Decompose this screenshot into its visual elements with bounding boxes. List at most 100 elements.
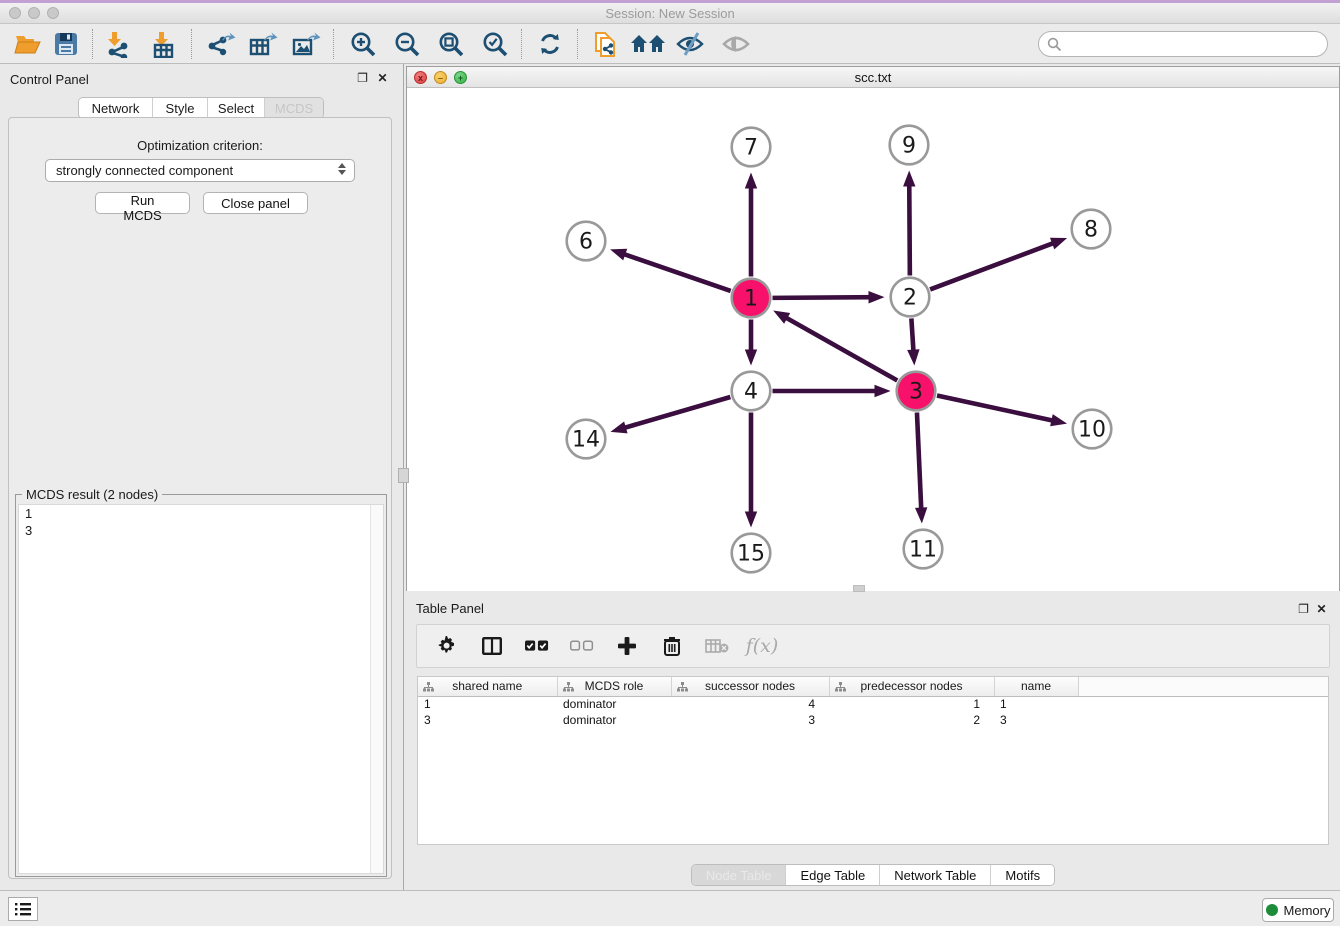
criterion-value: strongly connected component <box>56 163 233 178</box>
graph-edge[interactable] <box>930 242 1056 289</box>
column-header-shared-name[interactable]: shared name <box>418 677 557 696</box>
graph-node-label: 7 <box>744 136 758 161</box>
tab-mcds[interactable]: MCDS <box>265 98 323 118</box>
close-panel-button[interactable]: Close panel <box>203 192 308 214</box>
zoom-out-icon[interactable] <box>389 27 425 61</box>
memory-button[interactable]: Memory <box>1262 898 1334 922</box>
save-icon[interactable] <box>48 27 84 61</box>
mcds-result-title: MCDS result (2 nodes) <box>22 487 162 502</box>
graph-edge-arrowhead <box>1050 414 1067 426</box>
tab-network-table[interactable]: Network Table <box>880 865 991 885</box>
mcds-result-item[interactable]: 3 <box>19 522 383 539</box>
column-header-successor-nodes[interactable]: successor nodes <box>671 677 829 696</box>
graph-edge-arrowhead <box>745 512 757 528</box>
run-mcds-button[interactable]: Run MCDS <box>95 192 190 214</box>
function-builder-icon: f(x) <box>750 634 774 658</box>
graph-node-label: 11 <box>909 538 937 563</box>
graph-node-label: 1 <box>744 287 758 312</box>
close-panel-icon[interactable]: ✕ <box>376 72 389 85</box>
graph-node-label: 3 <box>909 380 923 405</box>
graph-edge[interactable] <box>937 396 1055 422</box>
search-input[interactable] <box>1062 34 1327 54</box>
graph-edge[interactable] <box>909 182 910 275</box>
trash-icon[interactable] <box>660 634 684 658</box>
zoom-selected-icon[interactable] <box>477 27 513 61</box>
refresh-icon[interactable] <box>532 27 568 61</box>
tab-node-table[interactable]: Node Table <box>692 865 787 885</box>
table-cell <box>1078 696 1328 712</box>
toolbar-separator <box>521 29 522 59</box>
control-panel-tabs: Network Style Select MCDS <box>78 97 324 119</box>
graph-edge[interactable] <box>911 318 913 353</box>
task-history-button[interactable] <box>8 897 38 921</box>
network-view-window: x – + scc.txt 7968124314101511 <box>406 66 1340 591</box>
tab-motifs[interactable]: Motifs <box>991 865 1054 885</box>
search-icon <box>1047 37 1062 52</box>
tab-style[interactable]: Style <box>153 98 208 118</box>
split-pane-icon[interactable] <box>480 634 504 658</box>
canvas-splitter-handle[interactable] <box>853 585 865 592</box>
tab-edge-table[interactable]: Edge Table <box>786 865 880 885</box>
graph-edge-arrowhead <box>868 291 884 303</box>
export-image-icon[interactable] <box>288 27 324 61</box>
table-row[interactable]: 3dominator323 <box>418 712 1328 728</box>
open-folder-icon[interactable] <box>10 27 46 61</box>
tab-network[interactable]: Network <box>79 98 153 118</box>
graph-edge-arrowhead <box>903 170 915 186</box>
home-networks-icon[interactable] <box>630 27 666 61</box>
graph-edge[interactable] <box>772 297 872 298</box>
search-field[interactable] <box>1038 31 1328 57</box>
memory-label: Memory <box>1284 903 1331 918</box>
graph-node-label: 9 <box>902 134 916 159</box>
tab-select[interactable]: Select <box>208 98 265 118</box>
graph-node-label: 2 <box>903 286 917 311</box>
graph-edge[interactable] <box>621 253 730 291</box>
main-toolbar <box>0 24 1340 64</box>
graph-edge[interactable] <box>622 397 730 429</box>
export-table-icon[interactable] <box>245 27 281 61</box>
column-header-mcds-role[interactable]: MCDS role <box>557 677 671 696</box>
column-type-icon <box>423 682 434 692</box>
network-canvas[interactable]: 7968124314101511 <box>407 88 1339 591</box>
hide-eye-icon[interactable] <box>672 27 708 61</box>
zoom-fit-icon[interactable] <box>433 27 469 61</box>
gear-icon[interactable] <box>435 634 459 658</box>
clone-network-icon[interactable] <box>588 27 624 61</box>
node-table: shared name MCDS role successor nodes pr… <box>417 676 1329 845</box>
close-table-panel-icon[interactable]: ✕ <box>1315 603 1328 616</box>
network-window-titlebar[interactable]: x – + scc.txt <box>407 67 1339 88</box>
graph-edge[interactable] <box>784 316 898 380</box>
mcds-result-item[interactable]: 1 <box>19 505 383 522</box>
titlebar: Session: New Session <box>0 3 1340 24</box>
float-panel-icon[interactable]: ❐ <box>356 72 369 85</box>
criterion-dropdown[interactable]: strongly connected component <box>45 159 355 182</box>
network-graph[interactable]: 7968124314101511 <box>407 88 1339 591</box>
export-network-icon[interactable] <box>203 27 239 61</box>
panel-splitter-handle[interactable] <box>398 468 409 483</box>
unselect-all-columns-icon[interactable] <box>570 634 594 658</box>
mcds-result-list[interactable]: 13 <box>18 504 384 874</box>
column-header-name[interactable]: name <box>994 677 1078 696</box>
graph-edge[interactable] <box>917 412 921 511</box>
add-icon[interactable] <box>615 634 639 658</box>
table-cell: 3 <box>418 712 557 728</box>
chevron-up-down-icon <box>337 163 347 175</box>
toolbar-separator <box>92 29 93 59</box>
table-row[interactable]: 1dominator411 <box>418 696 1328 712</box>
graph-edge-arrowhead <box>745 350 757 366</box>
graph-node-label: 10 <box>1078 418 1106 443</box>
graph-node-label: 6 <box>579 230 593 255</box>
table-cell: 1 <box>994 696 1078 712</box>
memory-status-icon <box>1266 904 1278 916</box>
import-network-icon[interactable] <box>100 27 136 61</box>
graph-edge-arrowhead <box>610 249 627 261</box>
control-panel-title: Control Panel <box>10 72 89 87</box>
graph-edge-arrowhead <box>915 507 927 523</box>
zoom-in-icon[interactable] <box>345 27 381 61</box>
window-title: Session: New Session <box>0 6 1340 21</box>
import-table-icon[interactable] <box>145 27 181 61</box>
scrollbar-track[interactable] <box>370 505 383 873</box>
column-header-predecessor-nodes[interactable]: predecessor nodes <box>829 677 994 696</box>
select-all-columns-icon[interactable] <box>525 634 549 658</box>
float-table-panel-icon[interactable]: ❐ <box>1297 603 1310 616</box>
